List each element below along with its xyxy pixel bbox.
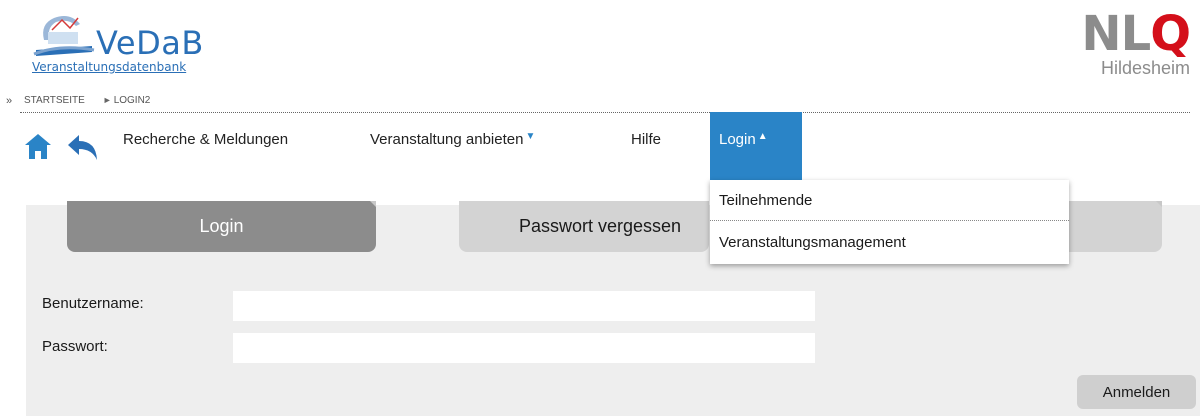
dropdown-item-teilnehmende[interactable]: Teilnehmende [710,180,1069,221]
caret-up-icon: ▲ [757,131,768,142]
username-label: Benutzername: [42,295,144,312]
breadcrumb: STARTSEITE ► LOGIN2 [24,95,150,106]
breadcrumb-toggle-icon[interactable]: » [6,95,12,107]
nav-item-login-label: Login [719,131,756,148]
caret-down-icon: ▼ [525,131,536,142]
breadcrumb-item-login2: ► LOGIN2 [103,95,151,106]
vedab-logo[interactable]: VeDaB Veranstaltungsdatenbank [30,10,210,80]
username-input[interactable] [233,291,815,321]
nav-item-recherche[interactable]: Recherche & Meldungen [123,131,288,148]
tab-notch [370,201,376,207]
tab-notch [1156,201,1162,207]
breadcrumb-divider [20,112,1190,113]
logo-subtitle: Veranstaltungsdatenbank [32,60,187,74]
tab-passwort-vergessen[interactable]: Passwort vergessen [459,201,709,252]
dropdown-item-veranstaltungsmanagement[interactable]: Veranstaltungsmanagement [710,222,1069,263]
password-label: Passwort: [42,338,108,355]
vedab-logo-graphic [33,16,95,56]
tab-login[interactable]: Login [67,201,376,252]
breadcrumb-separator-icon: ► [102,95,112,105]
logo-title: VeDaB [96,24,204,62]
login-dropdown-menu: Teilnehmende Veranstaltungsmanagement [710,180,1069,264]
nav-item-hilfe[interactable]: Hilfe [631,131,661,148]
nav-item-veranstaltung-anbieten[interactable]: Veranstaltung anbieten ▼ [370,131,535,148]
nav-item-hilfe-label: Hilfe [631,131,662,148]
nlq-logo-text: NLQ [1081,6,1191,62]
breadcrumb-item-login2-label: LOGIN2 [113,95,151,106]
password-input[interactable] [233,333,815,363]
nlq-logo: NLQ Hildesheim [1080,6,1191,80]
nav-item-recherche-label: Recherche & Meldungen [123,131,289,148]
nav-item-veranstaltung-anbieten-label: Veranstaltung anbieten [370,131,524,148]
nav-item-login[interactable]: Login ▲ [710,112,802,180]
anmelden-button[interactable]: Anmelden [1077,375,1196,409]
breadcrumb-item-startseite[interactable]: STARTSEITE [24,95,85,106]
back-arrow-icon[interactable] [66,134,98,162]
home-icon[interactable] [24,132,52,160]
